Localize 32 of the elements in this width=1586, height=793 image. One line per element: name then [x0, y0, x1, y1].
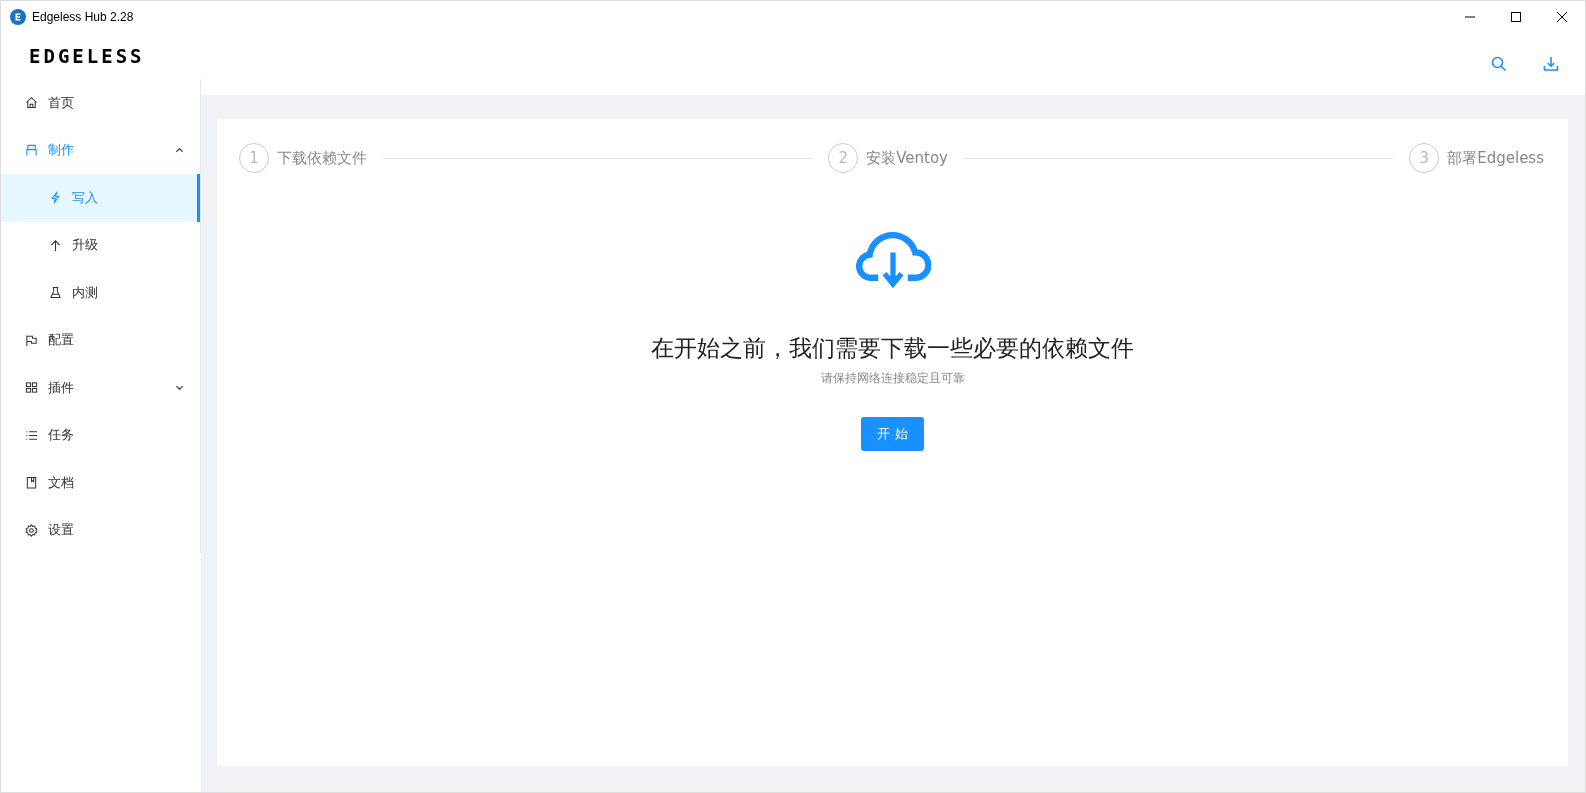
list-icon — [25, 428, 38, 442]
search-icon — [1491, 55, 1507, 72]
close-icon — [1557, 11, 1567, 22]
sidebar-item[interactable]: 首页 — [1, 79, 200, 127]
sidebar-item[interactable]: 设置 — [1, 506, 200, 554]
home-icon — [25, 96, 38, 110]
download-icon — [1543, 55, 1559, 72]
sidebar-subitem[interactable]: 升级 — [1, 221, 200, 269]
step-label: 安装Ventoy — [866, 148, 948, 168]
step-label: 下载依赖文件 — [277, 148, 367, 168]
lightning-icon — [49, 191, 62, 205]
book-icon — [25, 476, 38, 490]
heading: 在开始之前，我们需要下载一些必要的依赖文件 — [651, 334, 1134, 363]
caret-icon — [175, 384, 184, 391]
usb-drive-icon — [25, 143, 38, 157]
sidebar-item[interactable]: 插件 — [1, 364, 200, 412]
window-title: Edgeless Hub 2.28 — [32, 9, 134, 24]
grid-icon — [25, 381, 38, 395]
settings-icon — [25, 523, 38, 537]
sidebar-item[interactable]: 任务 — [1, 411, 200, 459]
app-logo-icon — [10, 8, 26, 25]
step-label: 部署Edgeless — [1447, 148, 1544, 168]
sidebar-item[interactable]: 配置 — [1, 316, 200, 364]
flask-icon — [49, 286, 62, 300]
maximize-icon — [1511, 11, 1521, 22]
sidebar-subitem[interactable]: 内测 — [1, 269, 200, 317]
sidebar-item[interactable]: 文档 — [1, 459, 200, 507]
flag-icon — [25, 333, 38, 347]
subtitle: 请保持网络连接稳定且可靠 — [820, 370, 965, 387]
caret-icon — [175, 147, 184, 154]
arrow-up-icon — [49, 238, 62, 252]
edgeless-logo: EDGELESS — [28, 43, 145, 69]
